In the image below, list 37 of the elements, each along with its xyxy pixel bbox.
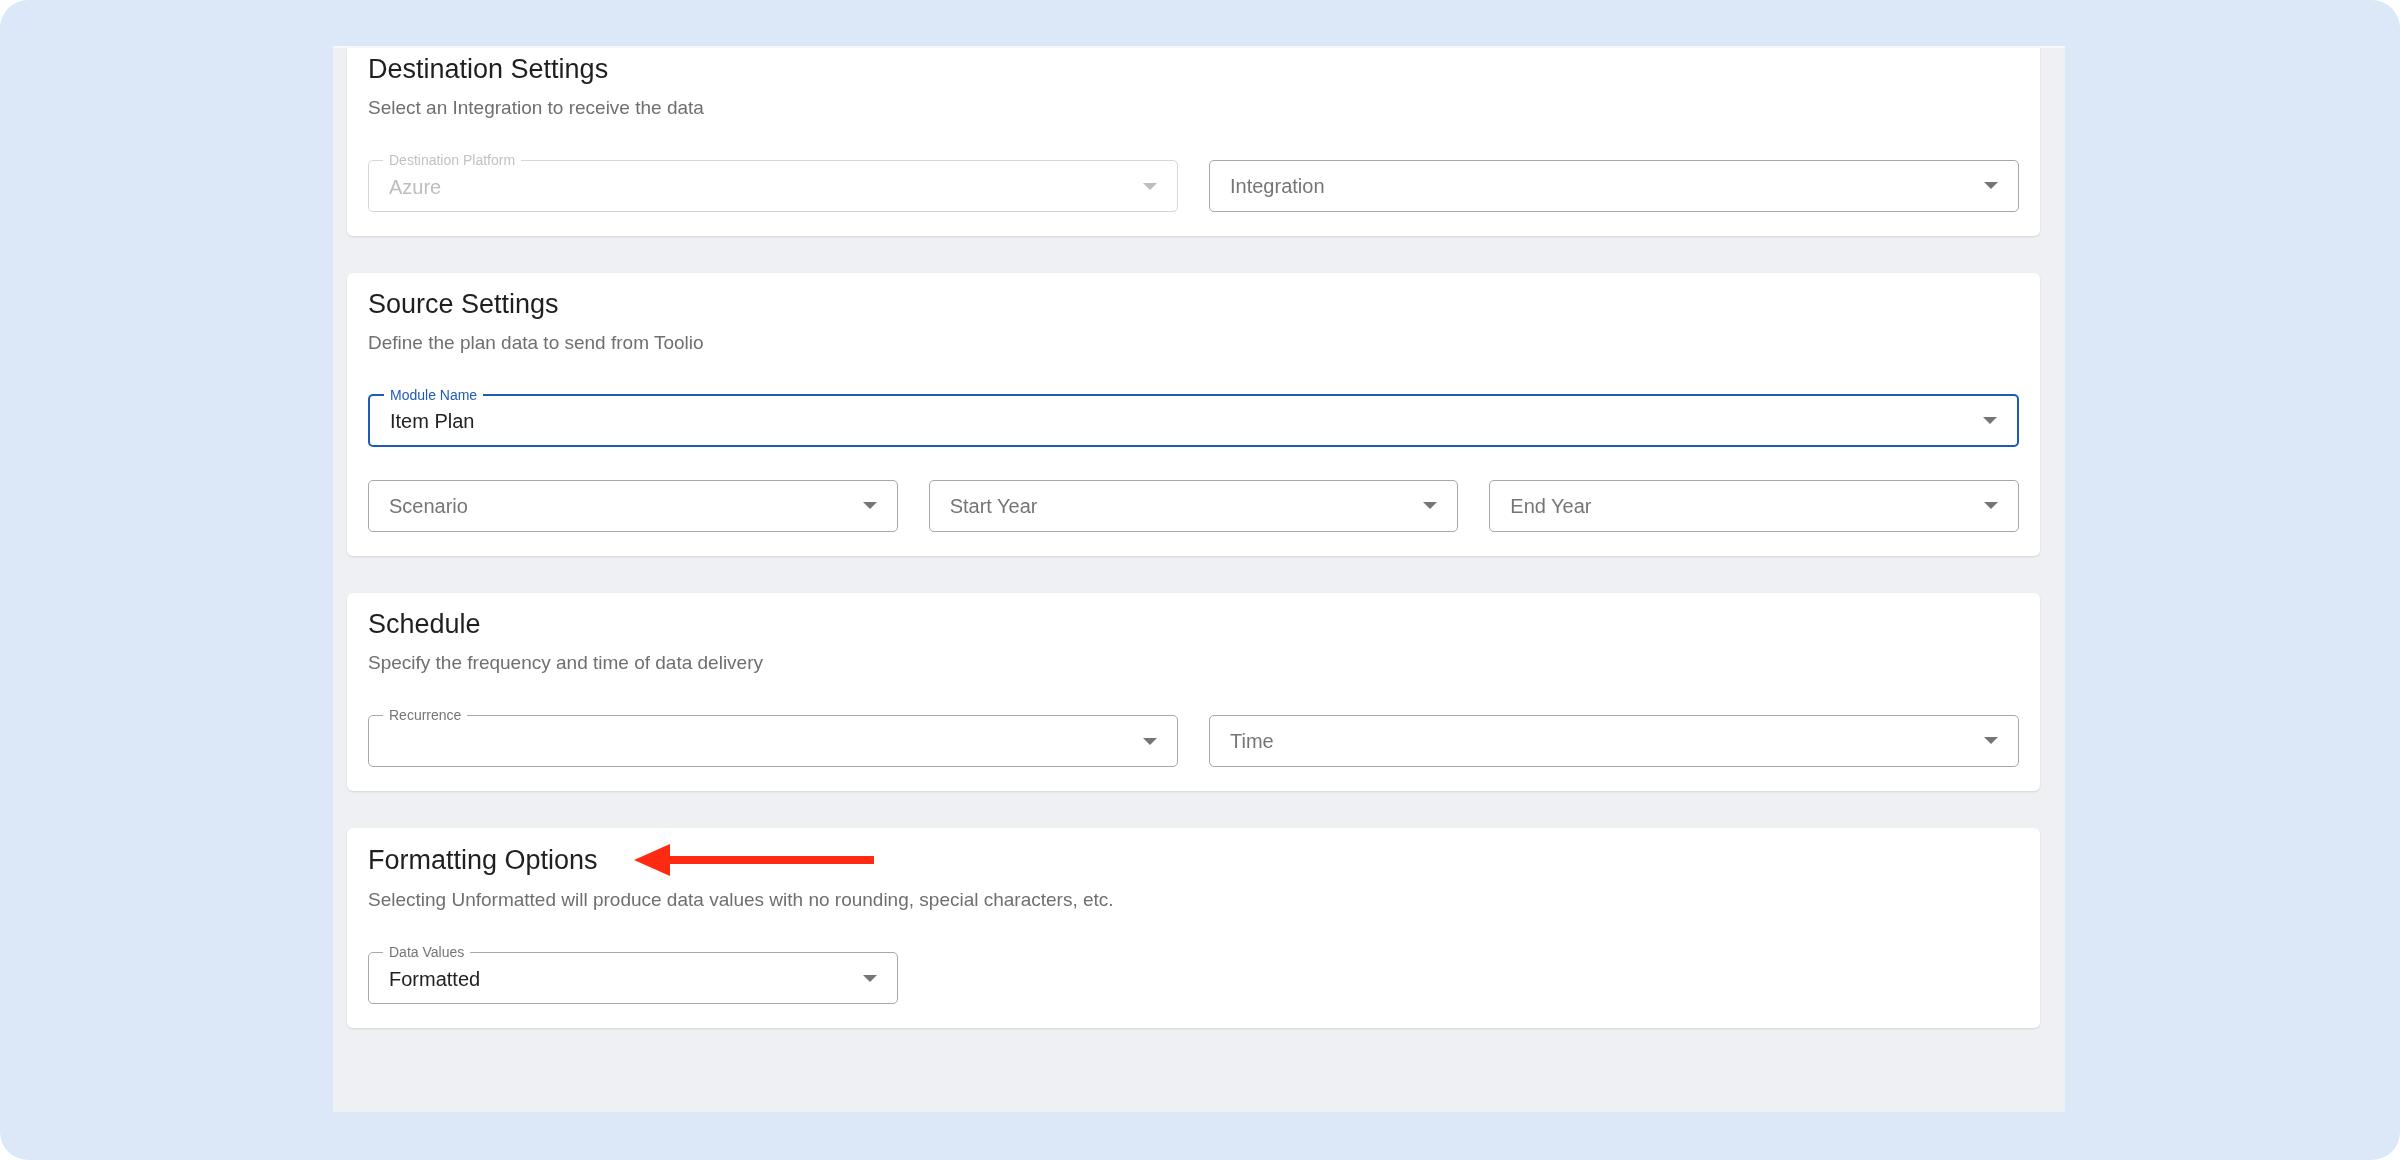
- caret-icon: [1143, 182, 1157, 191]
- field-placeholder: Time: [1230, 729, 1274, 754]
- field-placeholder: End Year: [1510, 494, 1592, 519]
- card-subtitle: Selecting Unformatted will produce data values with no rounding, special characters, etc.: [368, 888, 1115, 912]
- field-placeholder: Scenario: [389, 494, 468, 519]
- card-title: Destination Settings: [368, 53, 609, 86]
- caret-icon: [862, 974, 877, 983]
- caret-icon: [1423, 502, 1438, 510]
- field-label: Recurrence: [388, 707, 463, 723]
- caret-icon: [1984, 182, 1998, 190]
- card-title: Schedule: [368, 608, 481, 641]
- field-label: Data Values: [388, 944, 466, 960]
- select-field[interactable]: Module Name Item Plan: [368, 387, 2019, 447]
- caret-icon: [1984, 502, 1998, 510]
- field-label: Destination Platform: [388, 152, 517, 168]
- card-title: Formatting Options: [368, 844, 598, 877]
- card-subtitle: Define the plan data to send from Toolio: [368, 331, 705, 355]
- caret-icon: [1984, 737, 1998, 745]
- select-field[interactable]: Data Values Formatted: [368, 944, 898, 1004]
- select-field[interactable]: Recurrence: [368, 707, 1178, 767]
- caret-icon: [1143, 737, 1157, 746]
- card-subtitle: Select an Integration to receive the data: [368, 96, 705, 120]
- select-field[interactable]: Scenario: [368, 480, 898, 532]
- field-label: Module Name: [389, 387, 479, 403]
- select-field[interactable]: Integration: [1209, 160, 2019, 212]
- select-field[interactable]: End Year: [1489, 480, 2019, 532]
- caret-icon: [862, 502, 877, 510]
- card-title: Source Settings: [368, 288, 559, 321]
- field-placeholder: Start Year: [949, 494, 1038, 519]
- field-placeholder: Integration: [1230, 174, 1325, 199]
- field-value: Formatted: [389, 966, 481, 992]
- field-value: Item Plan: [390, 409, 475, 434]
- select-field[interactable]: Time: [1209, 715, 2019, 767]
- select-field[interactable]: Start Year: [928, 480, 1459, 532]
- caret-icon: [1983, 417, 1997, 425]
- card-subtitle: Specify the frequency and time of data delivery: [368, 651, 764, 675]
- field-value: Azure: [389, 174, 442, 200]
